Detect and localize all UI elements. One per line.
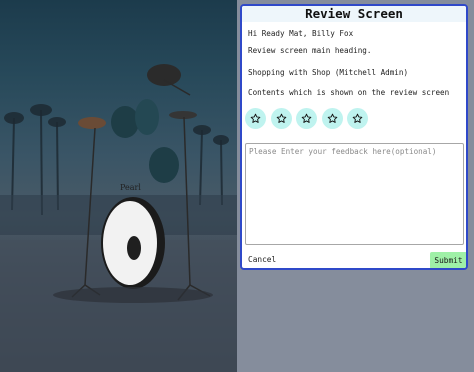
star-rating-4-button[interactable]	[321, 108, 343, 129]
star-icon	[250, 113, 261, 123]
star-rating-3-button[interactable]	[296, 108, 317, 129]
background-photo: Pearl	[0, 0, 237, 372]
star-rating-5-button[interactable]	[347, 108, 368, 129]
star-icon	[327, 113, 337, 123]
drum-kit-illustration: Pearl	[0, 64, 237, 372]
star-rating	[245, 108, 368, 129]
submit-button[interactable]: Submit	[430, 252, 466, 268]
shopping-text: Shopping with Shop (Mitchell Admin)	[248, 68, 409, 77]
star-icon	[352, 113, 363, 123]
dialog-title: Review Screen	[242, 6, 466, 22]
star-icon	[276, 113, 286, 123]
contents-text: Contents which is shown on the review sc…	[248, 88, 450, 97]
review-heading: Review screen main heading.	[248, 46, 372, 55]
star-rating-2-button[interactable]	[270, 108, 292, 129]
svg-text:Pearl: Pearl	[120, 183, 141, 192]
star-rating-1-button[interactable]	[245, 108, 266, 129]
feedback-textarea[interactable]	[245, 143, 464, 245]
star-icon	[301, 113, 312, 123]
review-dialog: Review Screen Hi Ready Mat, Billy Fox Re…	[240, 4, 468, 270]
greeting-text: Hi Ready Mat, Billy Fox	[248, 29, 354, 38]
cancel-button[interactable]: Cancel	[248, 255, 276, 264]
